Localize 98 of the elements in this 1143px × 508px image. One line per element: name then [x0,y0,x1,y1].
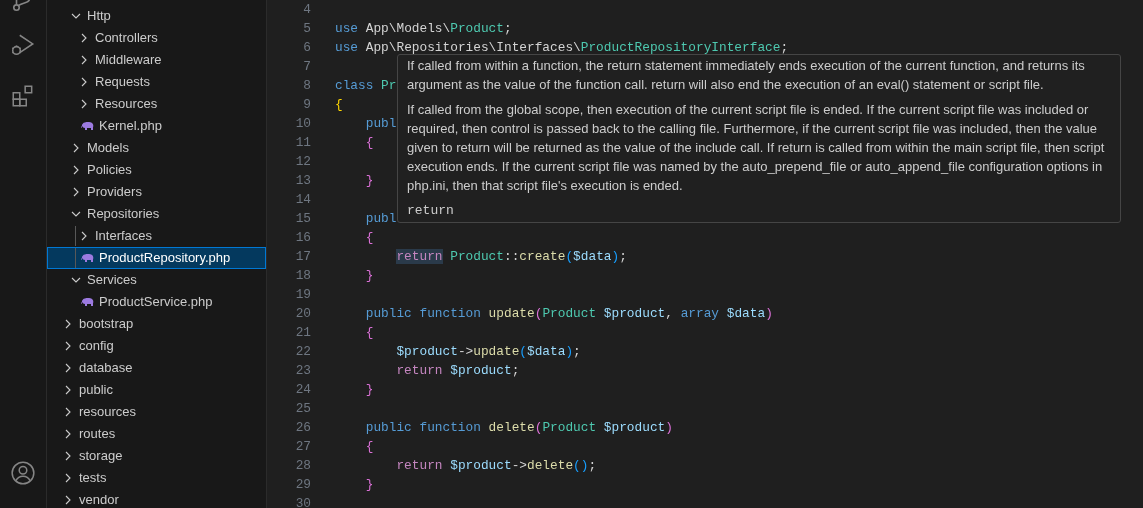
code-line: { [364,437,374,456]
line-number: 6 [302,38,311,57]
code-line: { [335,95,343,114]
chevron-right-icon[interactable] [63,341,73,351]
chevron-right-icon[interactable] [71,165,81,175]
folder-item[interactable]: Policies [47,159,266,181]
chevron-right-icon[interactable] [63,451,73,461]
chevron-right-icon[interactable] [63,495,73,505]
line-number: 22 [294,342,311,361]
folder-item[interactable]: Resources [47,93,266,115]
line-number: 7 [302,57,311,76]
account-icon[interactable] [10,460,36,486]
elephant-icon [81,297,94,307]
chevron-right-icon[interactable] [63,385,73,395]
file-item[interactable]: ProductRepository.php [47,247,266,269]
line-number: 24 [294,380,311,399]
line-number: 18 [294,266,311,285]
code-line: class Pr [335,76,397,95]
chevron-right-icon[interactable] [63,429,73,439]
folder-item[interactable]: bootstrap [47,313,266,335]
line-number: 29 [294,475,311,494]
elephant-icon [81,253,94,263]
code-line: use App\Repositories\Interfaces\ProductRepositoryInterface; [335,38,789,57]
code-line: { [364,133,374,152]
line-number: 27 [294,437,311,456]
folder-item[interactable]: Middleware [47,49,266,71]
tooltip-paragraph: If called from within a function, the return statement immediately ends execution of the current function, and returns its argument as the value of the function call. return will also end the execution of an eval() statement or script file. [407,57,1086,94]
code-line: { [364,323,374,342]
line-number: 25 [294,399,311,418]
folder-item[interactable]: Controllers [47,27,266,49]
code-line: } [364,380,374,399]
chevron-right-icon[interactable] [79,77,89,87]
folder-item[interactable]: routes [47,423,266,445]
code-line: return $product; [395,361,520,380]
code-line: } [364,266,374,285]
code-line: } [364,475,374,494]
folder-item[interactable]: public [47,379,266,401]
code-line: $product->update($data); [395,342,581,361]
line-number: 10 [294,114,311,133]
run-debug-icon[interactable] [10,32,36,58]
code-line: return Product::create($data); [395,247,627,266]
folder-item[interactable]: Requests [47,71,266,93]
line-number: 16 [294,228,311,247]
tooltip-signature: return [407,202,455,220]
line-number: 5 [302,19,311,38]
folder-item[interactable]: storage [47,445,266,467]
line-number: 13 [294,171,311,190]
line-number: 28 [294,456,311,475]
line-number: 8 [302,76,311,95]
tooltip-paragraph: If called from the global scope, then execution of the current script file is ended. If the current script file was included or required, then control is passed back to the calling file. Furthermore, if the current script file was included, then the value given to return will be returned as the value of the include call. If return is called from within the main script file, then script execution ends. If the current script file was named by the auto_prepend_file or auto_append_file configuration options in php.ini, then that script file's execution is ended. [407,101,1106,195]
line-number: 4 [302,0,311,19]
folder-item[interactable]: database [47,357,266,379]
chevron-down-icon[interactable] [71,209,81,219]
file-item[interactable]: ProductService.php [47,291,266,313]
folder-item[interactable]: tests [47,467,266,489]
code-line: } [364,171,374,190]
chevron-down-icon[interactable] [71,275,81,285]
code-line: public function delete(Product $product) [364,418,673,437]
elephant-icon [81,121,94,131]
line-number: 20 [294,304,311,323]
folder-item[interactable]: Interfaces [47,225,266,247]
chevron-right-icon[interactable] [79,55,89,65]
code-line: use App\Models\Product; [335,19,512,38]
code-line: { [364,228,374,247]
chevron-right-icon[interactable] [79,231,89,241]
line-number: 19 [294,285,311,304]
folder-item[interactable]: Http [47,5,266,27]
chevron-right-icon[interactable] [71,187,81,197]
folder-item[interactable]: config [47,335,266,357]
line-number: 30 [294,494,311,508]
folder-item[interactable]: vendor [47,489,266,508]
line-number: 9 [302,95,311,114]
line-number: 15 [294,209,311,228]
code-line: publ [364,114,397,133]
line-number: 12 [294,152,311,171]
folder-item[interactable]: Providers [47,181,266,203]
file-item[interactable]: Kernel.php [47,115,266,137]
chevron-right-icon[interactable] [79,33,89,43]
line-number: 14 [294,190,311,209]
code-line: publ [364,209,397,228]
line-number: 21 [294,323,311,342]
chevron-right-icon[interactable] [63,363,73,373]
line-number: 17 [294,247,311,266]
chevron-down-icon[interactable] [71,11,81,21]
chevron-right-icon[interactable] [63,473,73,483]
code-line: return $product->delete(); [395,456,597,475]
line-number: 11 [294,133,311,152]
chevron-right-icon[interactable] [63,319,73,329]
chevron-right-icon[interactable] [79,99,89,109]
folder-item[interactable]: Repositories [47,203,266,225]
line-number: 23 [294,361,311,380]
chevron-right-icon[interactable] [63,407,73,417]
folder-item[interactable]: Services [47,269,266,291]
code-line: public function update(Product $product, array $data) [364,304,773,323]
line-number: 26 [294,418,311,437]
folder-item[interactable]: resources [47,401,266,423]
chevron-right-icon[interactable] [71,143,81,153]
folder-item[interactable]: Models [47,137,266,159]
